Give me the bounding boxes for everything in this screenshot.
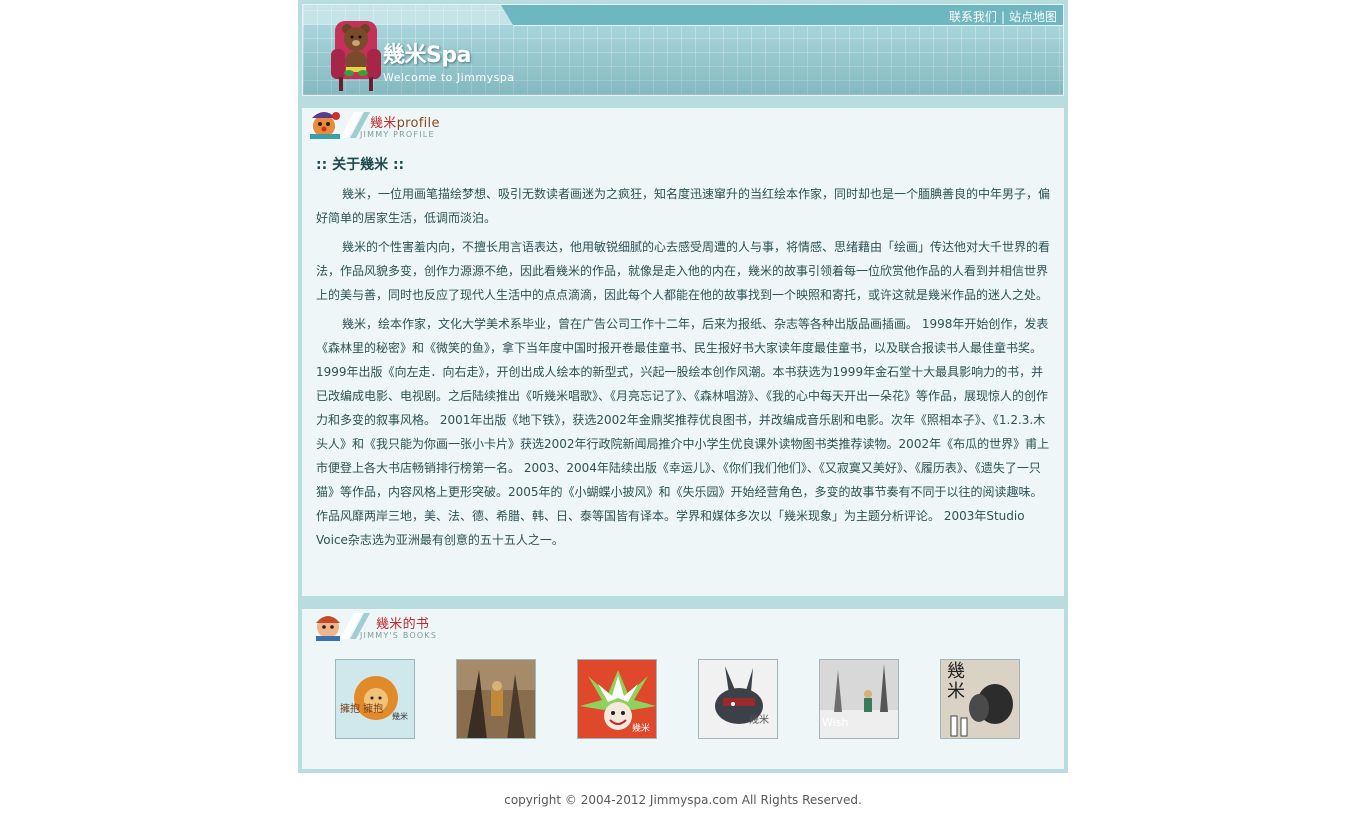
book-cover-art [457, 660, 535, 738]
book-cover-4[interactable]: 幾米 [698, 659, 778, 739]
site-logo-title[interactable]: 幾米Spa [383, 37, 471, 69]
about-body: 幾米，一位用画笔描绘梦想、吸引无数读者画迷为之疯狂，知名度迅速窜升的当红绘本作家… [316, 182, 1050, 557]
contact-us-link[interactable]: 联系我们 [949, 10, 997, 24]
page-container: 联系我们 | 站点地图 幾米Spa Welcome to Jimmyspa 幾米… [298, 0, 1068, 773]
footer-copyright: copyright © 2004-2012 Jimmyspa.com All R… [504, 793, 862, 807]
link-separator: | [1000, 10, 1005, 24]
top-links: 联系我们 | 站点地图 [949, 8, 1057, 25]
site-header: 联系我们 | 站点地图 幾米Spa Welcome to Jimmyspa [302, 4, 1064, 96]
book-list: 擁抱 擁抱 幾米 幾米 幾米 Wish 幾 米 [335, 659, 1035, 741]
book-cover-6[interactable]: 幾 米 [940, 659, 1020, 739]
profile-title-en: profile [396, 116, 440, 131]
books-section-header: 幾米的书 JIMMY'S BOOKS [302, 609, 1064, 643]
books-section-title: 幾米的书 [376, 613, 429, 632]
about-heading: :: 关于幾米 :: [316, 157, 405, 173]
book-cover-title: 擁抱 擁抱 [340, 704, 384, 715]
book-cover-title: 幾 米 [947, 661, 965, 702]
profile-section: 幾米profile JIMMY PROFILE :: 关于幾米 :: 幾米，一位… [302, 108, 1064, 596]
books-section: 幾米的书 JIMMY'S BOOKS 擁抱 擁抱 幾米 幾米 幾米 Wish 幾… [302, 609, 1064, 769]
books-section-subtitle: JIMMY'S BOOKS [360, 631, 438, 640]
book-cover-title: Wish [822, 716, 849, 729]
profile-section-title: 幾米profile [370, 112, 440, 131]
profile-section-subtitle: JIMMY PROFILE [360, 130, 435, 139]
sitemap-link[interactable]: 站点地图 [1009, 10, 1057, 24]
book-cover-author: 幾米 [392, 712, 408, 721]
about-paragraph: 幾米，一位用画笔描绘梦想、吸引无数读者画迷为之疯狂，知名度迅速窜升的当红绘本作家… [316, 187, 1051, 225]
profile-title-cn: 幾米 [370, 116, 397, 131]
book-cover-5[interactable]: Wish [819, 659, 899, 739]
profile-section-header: 幾米profile JIMMY PROFILE [302, 108, 1064, 142]
book-cover-art [699, 660, 777, 738]
book-cover-author: 幾米 [631, 724, 650, 734]
books-title-cn: 幾米的书 [376, 617, 430, 632]
book-cover-author: 幾米 [749, 715, 769, 726]
about-paragraph: 幾米的个性害羞内向，不擅长用言语表达，他用敏锐细腻的心去感受周遭的人与事，将情感… [316, 240, 1051, 302]
site-logo-subtitle: Welcome to Jimmyspa [383, 71, 515, 84]
about-paragraph: 幾米，绘本作家，文化大学美术系毕业，曾在广告公司工作十二年，后来为报纸、杂志等各… [316, 317, 1050, 547]
book-cover-3[interactable]: 幾米 [577, 659, 657, 739]
book-cover-2[interactable] [456, 659, 536, 739]
bear-mascot-logo [331, 21, 381, 91]
book-cover-1[interactable]: 擁抱 擁抱 幾米 [335, 659, 415, 739]
